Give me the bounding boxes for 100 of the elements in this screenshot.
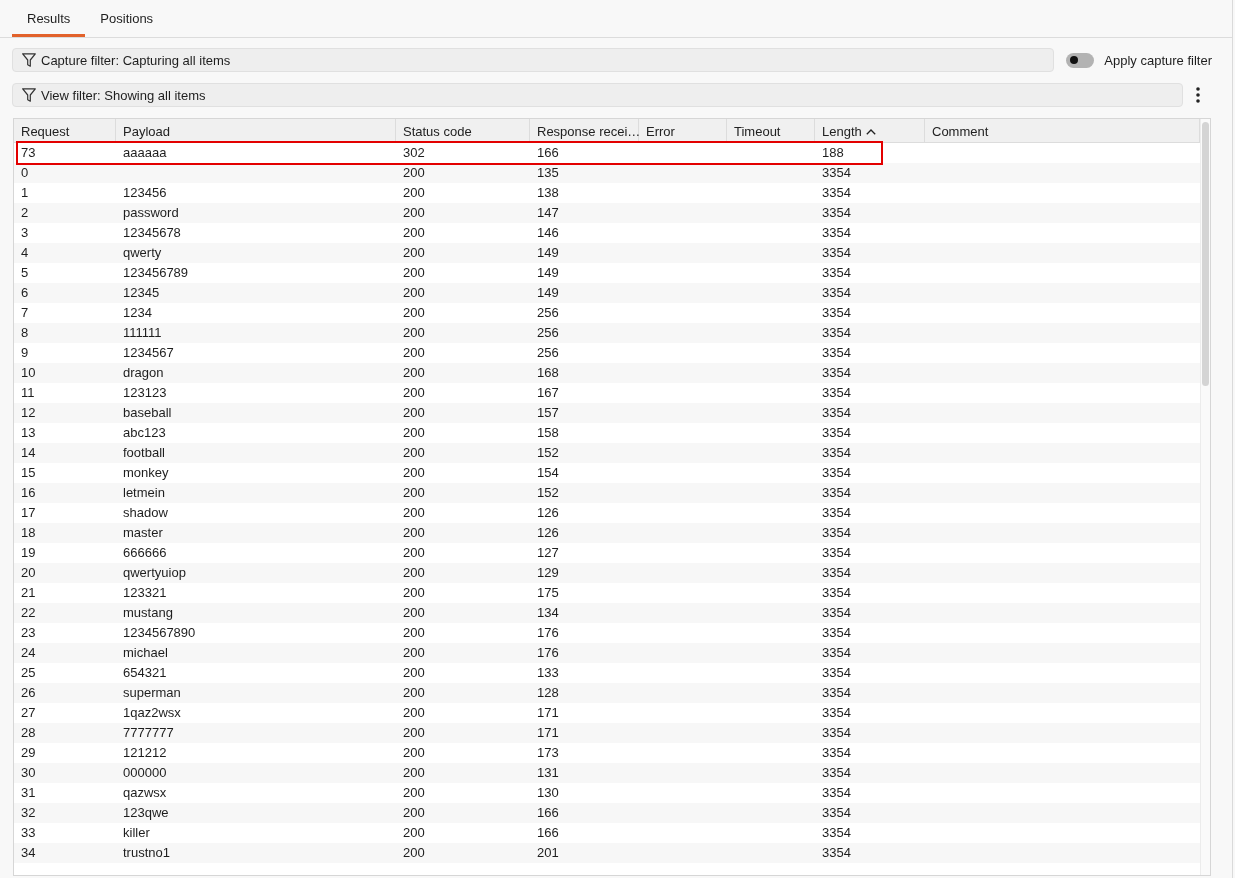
table-cell-text: 15: [20, 464, 37, 482]
table-row[interactable]: 16 letmein 200 152 3354: [14, 483, 1200, 503]
table-cell-text: 168: [536, 364, 560, 382]
table-cell-text: 3354: [821, 564, 852, 582]
table-cell-text: 175: [536, 584, 560, 602]
table-cell-text: 200: [402, 244, 426, 262]
table-row[interactable]: 20 qwertyuiop 200 129 3354: [14, 563, 1200, 583]
scrollbar-thumb[interactable]: [1202, 122, 1209, 386]
table-cell-text: 5: [20, 264, 30, 282]
table-cell-text: 200: [402, 744, 426, 762]
capture-filter-bar[interactable]: Capture filter: Capturing all items: [12, 48, 1055, 72]
filter-icon: [22, 53, 36, 67]
table-cell-text: 176: [536, 624, 560, 642]
table-cell-text: 3354: [821, 724, 852, 742]
table-cell-text: 200: [402, 304, 426, 322]
column-header[interactable]: Request: [14, 119, 116, 142]
table-cell-text: 200: [402, 444, 426, 462]
table-cell-text: 24: [20, 644, 37, 662]
table-cell-text: aaaaaa: [122, 144, 168, 162]
table-cell-text: 126: [536, 524, 560, 542]
column-header[interactable]: Response recei…: [530, 119, 639, 142]
table-row[interactable]: 30 000000 200 131 3354: [14, 763, 1200, 783]
table-cell-text: 25: [20, 664, 37, 682]
table-cell-text: 200: [402, 404, 426, 422]
table-cell-text: superman: [122, 684, 182, 702]
table-row[interactable]: 12 baseball 200 157 3354: [14, 403, 1200, 423]
table-cell-text: 149: [536, 264, 560, 282]
table-row[interactable]: 24 michael 200 176 3354: [14, 643, 1200, 663]
table-cell-text: mustang: [122, 604, 174, 622]
table-cell-text: 2: [20, 204, 30, 222]
table-row[interactable]: 8 111111 200 256 3354: [14, 323, 1200, 343]
column-header[interactable]: Length: [815, 119, 925, 142]
table-row[interactable]: 4 qwerty 200 149 3354: [14, 243, 1200, 263]
scrollbar[interactable]: [1200, 119, 1210, 875]
table-cell-text: 200: [402, 344, 426, 362]
table-cell-text: 200: [402, 564, 426, 582]
table-cell-text: 200: [402, 724, 426, 742]
table-cell-text: 0: [20, 164, 30, 182]
table-cell-text: 73: [20, 144, 37, 162]
table-cell-text: 27: [20, 704, 37, 722]
table-cell-text: 6: [20, 284, 30, 302]
table-cell-text: 3354: [821, 344, 852, 362]
table-cell-text: michael: [122, 644, 169, 662]
table-row[interactable]: 18 master 200 126 3354: [14, 523, 1200, 543]
table-cell-text: 32: [20, 804, 37, 822]
table-cell-text: 200: [402, 764, 426, 782]
table-cell-text: 200: [402, 684, 426, 702]
table-row[interactable]: 6 12345 200 149 3354: [14, 283, 1200, 303]
table-cell-text: 200: [402, 784, 426, 802]
column-header[interactable]: Payload: [116, 119, 396, 142]
column-header[interactable]: Timeout: [727, 119, 815, 142]
column-header[interactable]: Status code: [396, 119, 530, 142]
table-cell-text: 302: [402, 144, 426, 162]
table-cell-text: 3354: [821, 404, 852, 422]
table-row[interactable]: 32 123qwe 200 166 3354: [14, 803, 1200, 823]
table-cell-text: 123456789: [122, 264, 190, 282]
table-row[interactable]: 28 7777777 200 171 3354: [14, 723, 1200, 743]
table-cell-text: 149: [536, 284, 560, 302]
table-cell-text: 8: [20, 324, 30, 342]
chevron-up-icon: [865, 128, 876, 135]
table-cell-text: 3354: [821, 184, 852, 202]
table-cell-text: 3354: [821, 424, 852, 442]
table-cell-text: 166: [536, 804, 560, 822]
table-cell-text: 152: [536, 444, 560, 462]
table-cell-text: 200: [402, 844, 426, 862]
table-cell-text: abc123: [122, 424, 167, 442]
toggle-switch[interactable]: [1066, 52, 1095, 68]
table-cell-text: 3354: [821, 844, 852, 862]
table-row[interactable]: 22 mustang 200 134 3354: [14, 603, 1200, 623]
table-cell-text: 1234567: [122, 344, 175, 362]
table-cell-text: 200: [402, 464, 426, 482]
more-options-icon[interactable]: [1195, 87, 1200, 103]
table-cell-text: 000000: [122, 764, 168, 782]
table-cell-text: 3: [20, 224, 30, 242]
table-cell-text: 28: [20, 724, 37, 742]
table-cell-text: 200: [402, 644, 426, 662]
table-cell-text: 200: [402, 544, 426, 562]
table-cell-text: 200: [402, 424, 426, 442]
table-row[interactable]: 26 superman 200 128 3354: [14, 683, 1200, 703]
view-filter-bar[interactable]: View filter: Showing all items: [12, 83, 1183, 107]
table-row[interactable]: 14 football 200 152 3354: [14, 443, 1200, 463]
table-row[interactable]: 10 dragon 200 168 3354: [14, 363, 1200, 383]
table-cell-text: 200: [402, 224, 426, 242]
table-cell-text: 26: [20, 684, 37, 702]
table-cell-text: 3354: [821, 484, 852, 502]
column-header[interactable]: Error: [639, 119, 727, 142]
table-cell-text: 131: [536, 764, 560, 782]
table-cell-text: 31: [20, 784, 37, 802]
table-row[interactable]: 0 200 135 3354: [14, 163, 1200, 183]
table-row[interactable]: 2 password 200 147 3354: [14, 203, 1200, 223]
table-cell-text: 11: [20, 384, 36, 402]
table-row[interactable]: 34 trustno1 200 201 3354: [14, 843, 1200, 863]
table-cell-text: 3354: [821, 804, 852, 822]
table-cell-text: dragon: [122, 364, 165, 382]
tab[interactable]: Positions: [85, 0, 169, 37]
table-cell-text: 200: [402, 604, 426, 622]
table-cell-text: football: [122, 444, 166, 462]
table-cell-text: 3354: [821, 164, 852, 182]
table-cell-text: 200: [402, 484, 426, 502]
tab[interactable]: Results: [12, 0, 86, 37]
